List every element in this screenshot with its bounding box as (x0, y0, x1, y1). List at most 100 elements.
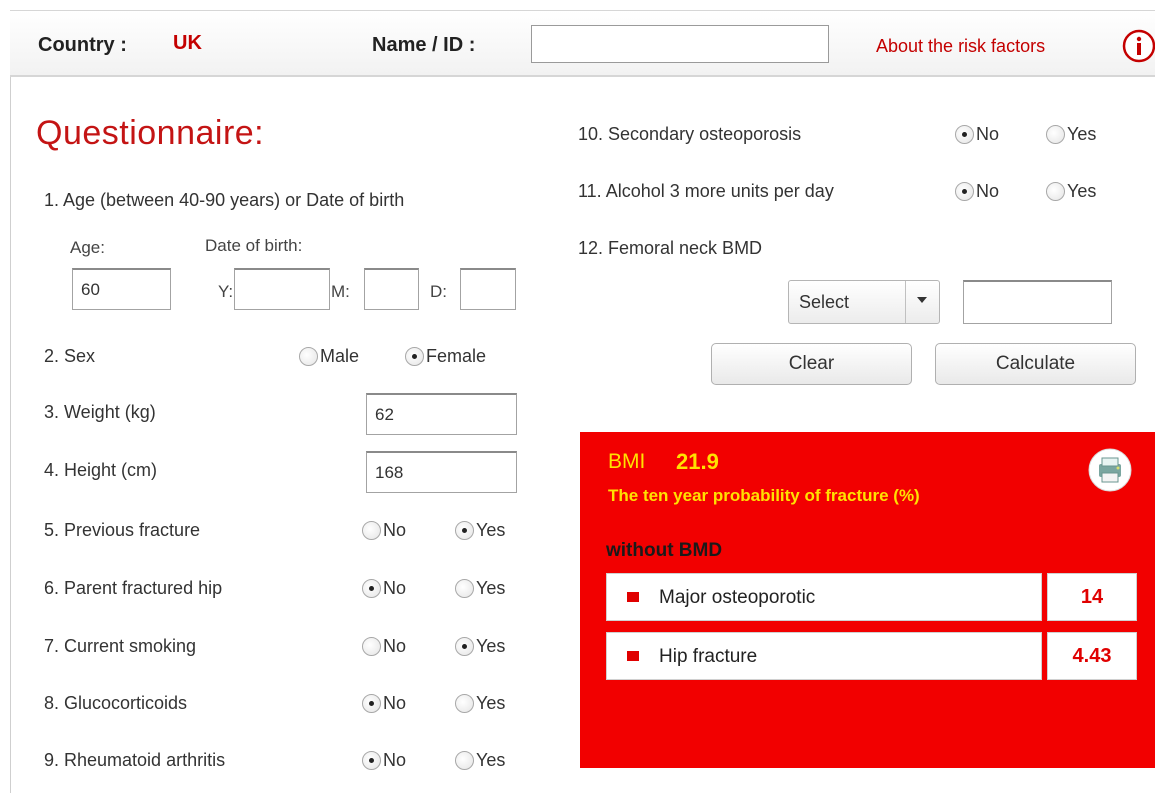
bmd-value-input[interactable] (963, 280, 1112, 324)
q9-no-radio[interactable]: No (362, 750, 406, 771)
age-input[interactable]: 60 (72, 268, 171, 310)
radio-on-icon (955, 182, 974, 201)
q8-yes-radio[interactable]: Yes (455, 693, 505, 714)
result-panel: BMI 21.9 The ten year probability of fra… (580, 432, 1155, 768)
header-bar: Country : UK Name / ID : About the risk … (10, 10, 1155, 77)
bmi-value: 21.9 (676, 449, 719, 474)
name-id-label: Name / ID : (372, 34, 476, 56)
dob-day-input[interactable] (460, 268, 516, 310)
q10-label: 10. Secondary osteoporosis (578, 124, 802, 144)
radio-label: Yes (476, 636, 506, 656)
result-name-cell: Major osteoporotic (606, 573, 1042, 621)
q11-no-radio[interactable]: No (955, 181, 999, 202)
probability-title: The ten year probability of fracture (%) (608, 486, 920, 505)
radio-label: No (383, 636, 407, 656)
select-value: Select (799, 292, 850, 312)
result-value: 14 (1047, 573, 1137, 621)
radio-off-icon (455, 694, 474, 713)
radio-label: No (976, 124, 1000, 144)
dob-month-label: M: (331, 282, 350, 301)
radio-on-icon (362, 694, 381, 713)
q7-yes-radio[interactable]: Yes (455, 636, 505, 657)
radio-label: Yes (476, 693, 506, 713)
radio-label: No (383, 750, 407, 770)
radio-on-icon (362, 751, 381, 770)
q12-label: 12. Femoral neck BMD (578, 238, 763, 258)
bmi-label: BMI (608, 450, 646, 473)
q10-yes-radio[interactable]: Yes (1046, 124, 1096, 145)
result-name: Hip fracture (659, 646, 758, 667)
q5-yes-radio[interactable]: Yes (455, 520, 505, 541)
clear-button[interactable]: Clear (711, 343, 912, 385)
sex-female-radio[interactable]: Female (405, 346, 486, 367)
radio-label: Yes (1067, 181, 1097, 201)
q6-yes-radio[interactable]: Yes (455, 578, 505, 599)
age-label: Age: (70, 238, 105, 257)
q8-no-radio[interactable]: No (362, 693, 406, 714)
radio-on-icon (455, 521, 474, 540)
q3-label: 3. Weight (kg) (44, 402, 156, 422)
radio-label: Male (320, 346, 360, 366)
q6-no-radio[interactable]: No (362, 578, 406, 599)
q7-no-radio[interactable]: No (362, 636, 406, 657)
radio-off-icon (1046, 125, 1065, 144)
questionnaire-title: Questionnaire: (36, 114, 265, 152)
q7-label: 7. Current smoking (44, 636, 197, 656)
q8-label: 8. Glucocorticoids (44, 693, 188, 713)
radio-off-icon (362, 521, 381, 540)
calculate-button[interactable]: Calculate (935, 343, 1136, 385)
country-label: Country : (38, 34, 127, 56)
radio-label: No (383, 578, 407, 598)
dob-year-input[interactable] (234, 268, 330, 310)
weight-input[interactable]: 62 (366, 393, 517, 435)
q5-no-radio[interactable]: No (362, 520, 406, 541)
q9-label: 9. Rheumatoid arthritis (44, 750, 226, 770)
radio-label: No (383, 520, 407, 540)
dob-month-input[interactable] (364, 268, 419, 310)
radio-label: Yes (476, 750, 506, 770)
chevron-down-icon[interactable] (905, 281, 940, 323)
q9-yes-radio[interactable]: Yes (455, 750, 505, 771)
q5-label: 5. Previous fracture (44, 520, 201, 540)
radio-off-icon (455, 579, 474, 598)
radio-on-icon (955, 125, 974, 144)
dob-year-label: Y: (218, 282, 234, 301)
bullet-square-icon (627, 592, 639, 602)
result-row-hip-fracture: Hip fracture 4.43 (606, 632, 1137, 682)
radio-on-icon (405, 347, 424, 366)
q11-yes-radio[interactable]: Yes (1046, 181, 1096, 202)
country-value[interactable]: UK (173, 32, 202, 55)
radio-off-icon (362, 637, 381, 656)
radio-off-icon (299, 347, 318, 366)
bullet-square-icon (627, 651, 639, 661)
q10-no-radio[interactable]: No (955, 124, 999, 145)
radio-label: No (383, 693, 407, 713)
q1-label: 1. Age (between 40-90 years) or Date of … (44, 190, 405, 210)
radio-label: Female (426, 346, 487, 366)
result-name: Major osteoporotic (659, 587, 816, 608)
printer-icon[interactable] (1088, 448, 1132, 492)
about-risk-factors-link[interactable]: About the risk factors (876, 36, 1045, 57)
radio-off-icon (455, 751, 474, 770)
radio-on-icon (362, 579, 381, 598)
result-name-cell: Hip fracture (606, 632, 1042, 680)
q4-label: 4. Height (cm) (44, 460, 158, 480)
radio-on-icon (455, 637, 474, 656)
dob-day-label: D: (430, 282, 447, 301)
q6-label: 6. Parent fractured hip (44, 578, 223, 598)
result-row-major-osteoporotic: Major osteoporotic 14 (606, 573, 1137, 623)
bmd-type-select[interactable]: Select (788, 280, 940, 324)
name-id-input[interactable] (531, 25, 829, 63)
dob-label: Date of birth: (205, 236, 303, 255)
radio-off-icon (1046, 182, 1065, 201)
q11-label: 11. Alcohol 3 more units per day (578, 181, 834, 201)
radio-label: Yes (476, 578, 506, 598)
result-value: 4.43 (1047, 632, 1137, 680)
radio-label: Yes (1067, 124, 1097, 144)
sex-male-radio[interactable]: Male (299, 346, 359, 367)
radio-label: Yes (476, 520, 506, 540)
q2-label: 2. Sex (44, 346, 96, 366)
radio-label: No (976, 181, 1000, 201)
info-circle-icon[interactable] (1122, 29, 1155, 63)
height-input[interactable]: 168 (366, 451, 517, 493)
